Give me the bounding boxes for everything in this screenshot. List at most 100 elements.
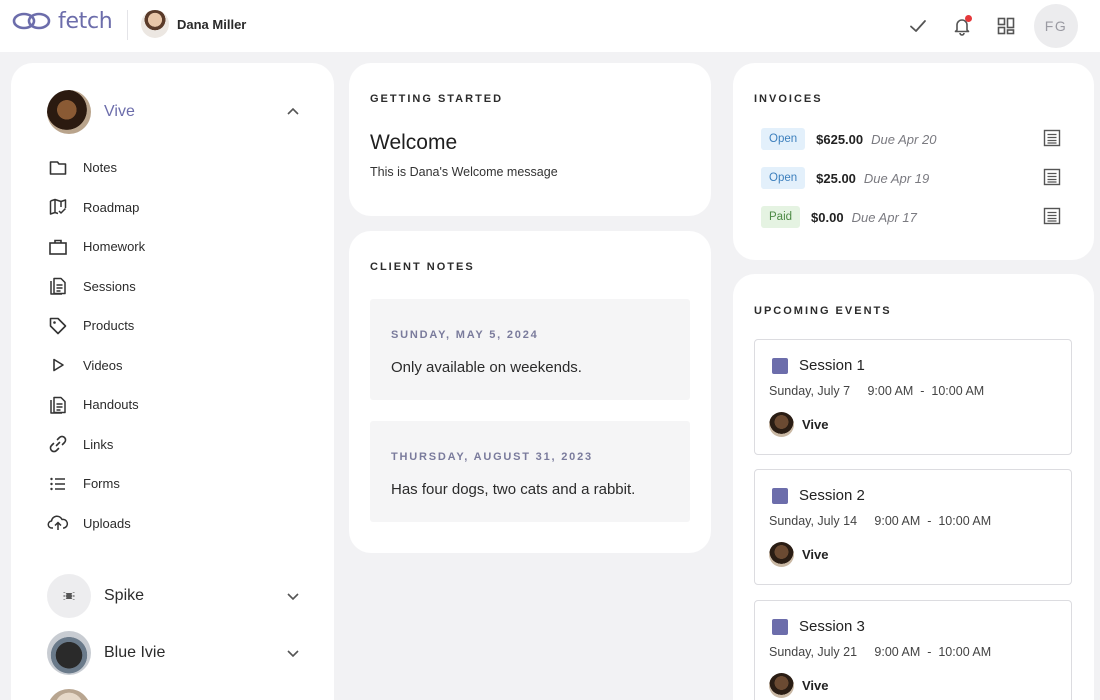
pet-avatar (769, 673, 794, 698)
header-actions: FG (896, 4, 1078, 48)
invoice-row[interactable]: Paid $0.00 Due Apr 17 (761, 205, 1061, 229)
event-color-swatch (772, 618, 788, 635)
briefcase-icon (47, 236, 69, 258)
pet-name: Spike (104, 587, 145, 604)
invoice-document-icon[interactable] (1043, 207, 1061, 225)
document-icon (47, 394, 69, 416)
event-pet: Vive (769, 412, 829, 437)
event-card[interactable]: Session 2 Sunday, July 14 9:00 AM - 10:0… (754, 469, 1072, 585)
event-end: 10:00 AM (938, 645, 992, 659)
nav-item-homework[interactable]: Homework (47, 227, 145, 267)
event-date: Sunday, July 14 (769, 514, 858, 528)
welcome-message: This is Dana's Welcome message (370, 165, 558, 179)
pet-item-vive[interactable]: Vive (47, 90, 301, 134)
pet-avatar (47, 90, 91, 134)
invoice-due-date: Due Apr 20 (871, 131, 937, 147)
invoice-row[interactable]: Open $25.00 Due Apr 19 (761, 166, 1061, 190)
document-icon (47, 275, 69, 297)
pet-avatar-placeholder (47, 574, 91, 618)
nav-item-sessions[interactable]: Sessions (47, 267, 145, 307)
nav-label: Handouts (83, 397, 139, 413)
nav-item-roadmap[interactable]: Roadmap (47, 188, 145, 228)
event-time: Sunday, July 21 9:00 AM - 10:00 AM (769, 645, 991, 659)
chevron-down-icon[interactable] (285, 645, 301, 661)
chevron-down-icon[interactable] (285, 588, 301, 604)
play-icon (47, 354, 69, 376)
tag-icon (47, 315, 69, 337)
fetch-logo-icon (12, 12, 51, 30)
top-header: fetch Dana Miller FG (0, 0, 1100, 52)
status-badge: Open (761, 167, 806, 189)
invoice-document-icon[interactable] (1043, 168, 1061, 186)
event-time: Sunday, July 14 9:00 AM - 10:00 AM (769, 514, 991, 528)
client-name: Dana Miller (177, 16, 247, 32)
pet-item-partial[interactable] (47, 689, 301, 700)
nav-label: Products (83, 318, 135, 334)
nav-label: Sessions (83, 278, 136, 294)
note-item[interactable]: THURSDAY, AUGUST 31, 2023 Has four dogs,… (370, 421, 690, 522)
pet-item-blue-ivie[interactable]: Blue Ivie (47, 631, 301, 675)
welcome-title: Welcome (370, 131, 458, 154)
note-item[interactable]: SUNDAY, MAY 5, 2024 Only available on we… (370, 299, 690, 400)
nav-label: Videos (83, 357, 123, 373)
event-pet-name: Vive (802, 417, 829, 432)
event-start: 9:00 AM (867, 384, 914, 398)
upcoming-events-card: UPCOMING EVENTS Session 1 Sunday, July 7… (733, 274, 1094, 700)
chevron-up-icon[interactable] (285, 104, 301, 120)
invoice-amount: $0.00 (811, 209, 844, 225)
event-pet: Vive (769, 673, 829, 698)
invoice-document-icon[interactable] (1043, 129, 1061, 147)
pet-avatar (769, 542, 794, 567)
nav-item-forms[interactable]: Forms (47, 464, 145, 504)
event-end: 10:00 AM (938, 514, 992, 528)
nav-item-products[interactable]: Products (47, 306, 145, 346)
notification-dot (965, 15, 972, 22)
check-button[interactable] (896, 4, 940, 48)
apps-button[interactable] (984, 4, 1028, 48)
pet-nav: Notes Roadmap Homework Sessions Products… (47, 148, 145, 543)
invoices-card: INVOICES Open $625.00 Due Apr 20 Open $2… (733, 63, 1094, 260)
nav-item-videos[interactable]: Videos (47, 346, 145, 386)
nav-item-handouts[interactable]: Handouts (47, 385, 145, 425)
pet-item-spike[interactable]: Spike (47, 574, 301, 618)
pet-avatar (47, 689, 91, 700)
note-date: SUNDAY, MAY 5, 2024 (391, 329, 539, 341)
header-divider (127, 10, 128, 40)
invoice-row[interactable]: Open $625.00 Due Apr 20 (761, 127, 1061, 151)
brand-name: fetch (58, 8, 113, 34)
check-icon (910, 20, 926, 32)
nav-item-notes[interactable]: Notes (47, 148, 145, 188)
list-icon (47, 473, 69, 495)
account-avatar[interactable]: FG (1034, 4, 1078, 48)
client-notes-card: CLIENT NOTES SUNDAY, MAY 5, 2024 Only av… (349, 231, 711, 553)
event-end: 10:00 AM (931, 384, 985, 398)
event-start: 9:00 AM (874, 645, 921, 659)
nav-label: Uploads (83, 515, 131, 531)
invoice-amount: $25.00 (816, 170, 856, 186)
event-color-swatch (772, 357, 788, 374)
event-title: Session 3 (799, 618, 865, 635)
event-title: Session 1 (799, 357, 865, 374)
grid-icon (997, 17, 1015, 35)
pet-name: Blue Ivie (104, 644, 166, 661)
invoice-due-date: Due Apr 19 (863, 170, 930, 186)
cloud-upload-icon (47, 512, 69, 534)
nav-item-uploads[interactable]: Uploads (47, 504, 145, 544)
getting-started-card: GETTING STARTED Welcome This is Dana's W… (349, 63, 711, 216)
nav-label: Roadmap (83, 199, 140, 215)
link-icon (47, 433, 69, 455)
nav-item-links[interactable]: Links (47, 425, 145, 465)
event-time: Sunday, July 7 9:00 AM - 10:00 AM (769, 384, 984, 398)
event-card[interactable]: Session 3 Sunday, July 21 9:00 AM - 10:0… (754, 600, 1072, 700)
event-pet-name: Vive (802, 547, 829, 562)
event-header: Session 1 (772, 357, 865, 374)
event-header: Session 3 (772, 618, 865, 635)
brand-logo[interactable]: fetch (12, 8, 113, 34)
notifications-button[interactable] (940, 4, 984, 48)
card-title: UPCOMING EVENTS (754, 305, 892, 317)
card-title: GETTING STARTED (370, 93, 504, 105)
status-badge: Open (761, 128, 806, 150)
pet-name: Vive (104, 103, 135, 120)
event-card[interactable]: Session 1 Sunday, July 7 9:00 AM - 10:00… (754, 339, 1072, 455)
current-client[interactable]: Dana Miller (141, 10, 246, 38)
